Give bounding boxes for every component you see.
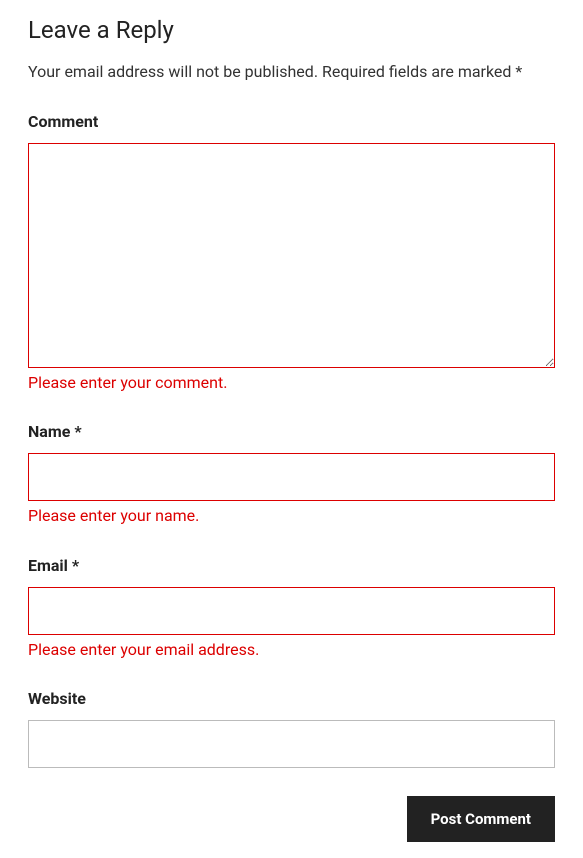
- submit-row: Post Comment: [28, 796, 555, 842]
- website-group: Website: [28, 689, 555, 768]
- form-title: Leave a Reply: [28, 16, 555, 44]
- comment-label: Comment: [28, 112, 555, 131]
- name-label: Name *: [28, 422, 555, 441]
- email-group: Email * Please enter your email address.: [28, 556, 555, 661]
- comment-group: Comment Please enter your comment.: [28, 112, 555, 394]
- form-notice: Your email address will not be published…: [28, 60, 555, 84]
- post-comment-button[interactable]: Post Comment: [407, 796, 555, 842]
- name-group: Name * Please enter your name.: [28, 422, 555, 527]
- comment-error: Please enter your comment.: [28, 372, 555, 394]
- name-required-asterisk: *: [74, 422, 81, 441]
- email-error: Please enter your email address.: [28, 639, 555, 661]
- website-input[interactable]: [28, 720, 555, 768]
- email-required-asterisk: *: [72, 556, 79, 575]
- website-label: Website: [28, 689, 555, 708]
- name-error: Please enter your name.: [28, 505, 555, 527]
- comment-textarea[interactable]: [28, 143, 555, 368]
- name-input[interactable]: [28, 453, 555, 501]
- email-label: Email *: [28, 556, 555, 575]
- email-input[interactable]: [28, 587, 555, 635]
- email-label-text: Email: [28, 556, 72, 575]
- name-label-text: Name: [28, 422, 74, 441]
